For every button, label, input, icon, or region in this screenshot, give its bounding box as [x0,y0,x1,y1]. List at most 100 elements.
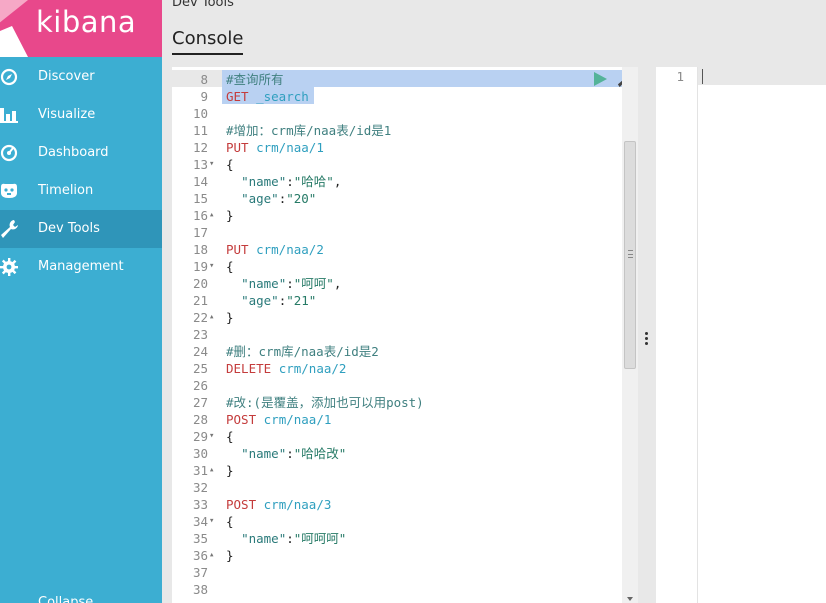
code-token-method: DELETE [226,361,279,376]
code-text: PUT crm/naa/1 [226,139,324,156]
fold-open-icon[interactable]: ▾ [209,513,221,530]
fold-close-icon[interactable]: ▴ [209,462,221,479]
line-number: 37 [192,565,208,580]
code-line[interactable]: 14 "name":"哈哈", [172,173,638,190]
code-line[interactable]: 20 "name":"呵呵", [172,275,638,292]
code-line[interactable]: 24 #删：crm库/naa表/id是2 [172,343,638,360]
line-number: 20 [192,276,208,291]
timelion-icon [1,183,17,198]
code-line[interactable]: 34 ▾ { [172,513,638,530]
fold-close-icon[interactable]: ▴ [209,309,221,326]
code-text: "age":"21" [226,292,316,309]
code-text: } [226,462,234,479]
sidebar-item-timelion[interactable]: Timelion [0,172,162,210]
kibana-app: kibana Discover Visualize Dashboard Time… [0,0,826,603]
code-token-method: PUT [226,140,257,155]
line-number: 14 [192,174,208,189]
code-line[interactable]: 13 ▾ { [172,156,638,173]
sidebar-item-dashboard[interactable]: Dashboard [0,134,162,172]
code-line[interactable]: 38 [172,581,638,598]
fold-close-icon[interactable]: ▴ [209,207,221,224]
sidebar: kibana Discover Visualize Dashboard Time… [0,0,162,603]
code-token-key: "age" [241,191,279,206]
code-line[interactable]: 29 ▾ { [172,428,638,445]
sidebar-item-management[interactable]: Management [0,248,162,286]
code-line[interactable]: 19 ▾ { [172,258,638,275]
output-gutter: 1 [656,67,698,603]
code-line[interactable]: 16 ▴} [172,207,638,224]
code-text: POST crm/naa/1 [226,411,331,428]
line-number: 25 [192,361,208,376]
code-text: #删：crm库/naa表/id是2 [226,343,379,360]
line-number: 21 [192,293,208,308]
code-line[interactable]: 18 PUT crm/naa/2 [172,241,638,258]
code-text: { [226,156,234,173]
code-line[interactable]: 8 #查询所有 [172,71,638,88]
code-line[interactable]: 9 GET _search [172,88,638,105]
code-line[interactable]: 30 "name":"哈哈改" [172,445,638,462]
code-line[interactable]: 35 "name":"呵呵呵" [172,530,638,547]
text-cursor [702,69,703,84]
line-number: 36 [192,548,208,563]
code-line[interactable]: 12 PUT crm/naa/1 [172,139,638,156]
wrench-icon [1,220,18,238]
code-line[interactable]: 15 "age":"20" [172,190,638,207]
code-line[interactable]: 21 "age":"21" [172,292,638,309]
scrollbar-thumb[interactable] [624,141,636,369]
grip-icon [628,250,633,258]
active-line-highlight [698,67,826,85]
code-line[interactable]: 33 POST crm/naa/3 [172,496,638,513]
code-token-plain: : [286,276,294,291]
request-editor[interactable]: 8 #查询所有 9 GET _search 10 11 #增加：crm库/naa表/id是1… [172,67,638,603]
code-text: GET _search [226,88,309,105]
line-number: 32 [192,480,208,495]
code-line[interactable]: 17 [172,224,638,241]
sidebar-item-discover[interactable]: Discover [0,58,162,96]
tab-console[interactable]: Console [172,28,244,55]
code-line[interactable]: 31 ▴} [172,462,638,479]
code-token-str: "哈哈" [293,174,334,189]
code-token-plain: : [286,531,294,546]
code-token-plain: } [226,548,234,563]
play-icon[interactable] [592,71,608,87]
editor-scrollbar[interactable] [622,67,638,603]
line-number: 28 [192,412,208,427]
fold-open-icon[interactable]: ▾ [209,156,221,173]
code-line[interactable]: 37 [172,564,638,581]
code-token-plain: } [226,310,234,325]
fold-close-icon[interactable]: ▴ [209,547,221,564]
code-line[interactable]: 25 DELETE crm/naa/2 [172,360,638,377]
code-token-method: PUT [226,242,257,257]
response-output[interactable]: 1 [656,67,826,603]
brand-header[interactable]: kibana [0,0,162,57]
code-token-url: crm/naa/3 [263,497,332,512]
code-line[interactable]: 10 [172,105,638,122]
fold-open-icon[interactable]: ▾ [209,428,221,445]
code-line[interactable]: 26 [172,377,638,394]
code-token-comment: #删：crm库/naa表/id是2 [226,344,379,359]
fold-open-icon[interactable]: ▾ [209,258,221,275]
sidebar-item-dev-tools[interactable]: Dev Tools [0,210,162,248]
pane-resizer[interactable] [638,67,656,603]
line-number: 38 [192,582,208,597]
line-number: 11 [192,123,208,138]
sidebar-collapse-button[interactable]: Collapse [0,586,162,603]
code-line[interactable]: 23 [172,326,638,343]
code-line[interactable]: 28 POST crm/naa/1 [172,411,638,428]
page-header: Dev Tools Console [162,0,826,58]
compass-icon [0,68,18,86]
gear-icon [0,258,18,276]
code-line[interactable]: 27 #改:(是覆盖，添加也可以用post) [172,394,638,411]
code-line[interactable]: 36 ▴} [172,547,638,564]
code-token-key: "name" [241,531,287,546]
scroll-down-icon[interactable] [627,597,633,601]
code-line[interactable]: 22 ▴} [172,309,638,326]
code-line[interactable]: 11 #增加：crm库/naa表/id是1 [172,122,638,139]
code-text: POST crm/naa/3 [226,496,331,513]
sidebar-item-visualize[interactable]: Visualize [0,96,162,134]
code-line[interactable]: 32 [172,479,638,496]
code-text: } [226,547,234,564]
